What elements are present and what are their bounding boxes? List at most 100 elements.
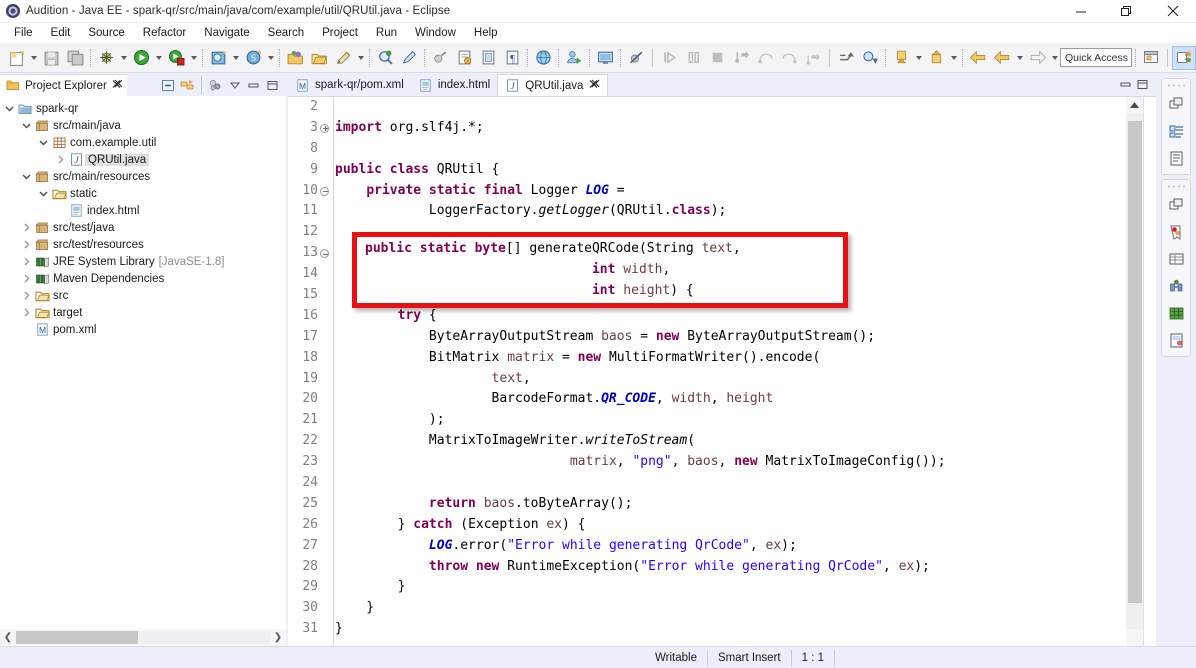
chevron-down-icon[interactable] [355,46,366,70]
menu-project[interactable]: Project [313,25,367,41]
tree-item-static[interactable]: static [0,185,286,202]
new-java-project-icon[interactable] [206,46,230,70]
coverage-icon[interactable] [164,46,188,70]
tab-project-explorer[interactable]: Project Explorer [0,74,127,96]
forward-icon[interactable] [1025,46,1049,70]
menu-file[interactable]: File [5,25,42,41]
chevron-down-icon[interactable] [153,46,164,70]
menu-edit[interactable]: Edit [42,25,80,41]
marker-icon[interactable] [397,46,421,70]
tree-item-jre-system-library[interactable]: JRE System Library [JavaSE-1.8] [0,253,286,270]
status-more-icon[interactable] [834,649,855,666]
snippets-view-icon[interactable] [1162,327,1190,353]
fold-minus-icon[interactable] [318,243,331,264]
drag-handle[interactable] [1162,182,1190,191]
new-servlet-icon[interactable]: S [241,46,265,70]
markers-view-icon[interactable] [1162,219,1190,245]
previous-annotation-icon[interactable] [834,46,858,70]
scroll-left-icon[interactable]: ❮ [0,629,16,646]
chevron-down-icon[interactable] [230,46,241,70]
drag-handle[interactable] [1162,81,1190,90]
java-ee-perspective-icon[interactable] [1172,45,1196,70]
editor-tab-index-html[interactable]: index.html [410,74,498,96]
save-all-icon[interactable] [63,46,87,70]
back-icon[interactable] [990,46,1014,70]
annotation-icon[interactable] [428,46,452,70]
focus-icon[interactable] [206,75,225,95]
tree-item-pom-xml[interactable]: Mpom.xml [0,321,286,338]
edit-icon[interactable] [331,46,355,70]
tree-item-src-main-java[interactable]: src/main/java [0,117,286,134]
minimize-icon[interactable] [244,75,263,95]
back-history-icon[interactable] [966,46,990,70]
fold-plus-icon[interactable] [318,118,331,139]
scrollbar-thumb[interactable] [16,631,138,644]
drop-to-frame-icon[interactable] [801,46,825,70]
chevron-down-icon[interactable] [2,100,16,117]
code-content[interactable]: import org.slf4j.*; public class QRUtil … [335,97,1126,646]
menu-run[interactable]: Run [367,25,406,41]
chevron-right-icon[interactable] [19,219,33,236]
tree-item-maven-dependencies[interactable]: Maven Dependencies [0,270,286,287]
editor-vertical-scrollbar[interactable] [1126,97,1143,646]
chevron-right-icon[interactable] [19,236,33,253]
save-icon[interactable] [39,46,63,70]
terminate-icon[interactable] [705,46,729,70]
close-icon[interactable] [112,79,123,93]
chevron-down-icon[interactable] [28,46,39,70]
tree-item-target[interactable]: target [0,304,286,321]
next-annotation-icon[interactable] [858,46,882,70]
data-source-icon[interactable] [1162,300,1190,326]
maximize-icon[interactable] [1134,75,1151,93]
chevron-right-icon[interactable] [19,253,33,270]
chevron-down-icon[interactable] [118,46,129,70]
tree-item-src-test-resources[interactable]: src/test/resources [0,236,286,253]
fold-minus-icon[interactable] [318,181,331,202]
link-with-editor-icon[interactable] [178,75,197,95]
menu-window[interactable]: Window [406,25,465,41]
source-editor[interactable]: 2 3 8 9 10 11 12 13 14 15 16 17 18 19 20 21 22 23 24 25 26 27… [288,96,1156,646]
suspend-icon[interactable] [681,46,705,70]
chevron-right-icon[interactable] [19,270,33,287]
next-edit-icon[interactable] [889,46,913,70]
debug-icon[interactable] [94,46,118,70]
paragraph-icon[interactable]: ¶ [500,46,524,70]
resume-icon[interactable] [657,46,681,70]
menu-refactor[interactable]: Refactor [134,25,195,41]
collapse-all-icon[interactable] [159,75,178,95]
web-browser-icon[interactable] [531,46,555,70]
explorer-horizontal-scrollbar[interactable]: ❮ ❯ [0,629,286,646]
menu-search[interactable]: Search [259,25,313,41]
tree-item-src[interactable]: src [0,287,286,304]
new-server-icon[interactable] [562,46,586,70]
step-into-icon[interactable] [729,46,753,70]
run-icon[interactable] [129,46,153,70]
chevron-right-icon[interactable] [53,151,67,168]
overview-ruler[interactable] [1143,97,1156,646]
restore-views-icon[interactable] [1162,91,1190,117]
search-icon[interactable] [373,46,397,70]
chevron-down-icon[interactable] [1049,46,1060,70]
scrollbar-thumb[interactable] [1128,121,1142,603]
chevron-down-icon[interactable] [913,46,924,70]
chevron-down-icon[interactable] [948,46,959,70]
chevron-right-icon[interactable] [19,287,33,304]
open-perspective-icon[interactable] [1139,46,1163,70]
chevron-down-icon[interactable] [188,46,199,70]
open-resource-icon[interactable] [307,46,331,70]
chevron-down-icon[interactable] [19,168,33,185]
new-jsp-icon[interactable] [452,46,476,70]
quick-access-input[interactable]: Quick Access [1060,48,1132,67]
chevron-down-icon[interactable] [1014,46,1025,70]
view-menu-icon[interactable] [225,75,244,95]
close-icon[interactable] [589,79,600,93]
menu-help[interactable]: Help [465,25,507,41]
scroll-up-icon[interactable] [1126,97,1143,114]
step-over-icon[interactable] [753,46,777,70]
menu-source[interactable]: Source [79,25,133,41]
outline-view-icon[interactable] [1162,118,1190,144]
menu-navigate[interactable]: Navigate [195,25,258,41]
tree-item-qrutil-java[interactable]: J QRUtil.java [0,151,286,168]
tree-item-src-main-resources[interactable]: src/main/resources [0,168,286,185]
minimize-icon[interactable] [1117,75,1134,93]
